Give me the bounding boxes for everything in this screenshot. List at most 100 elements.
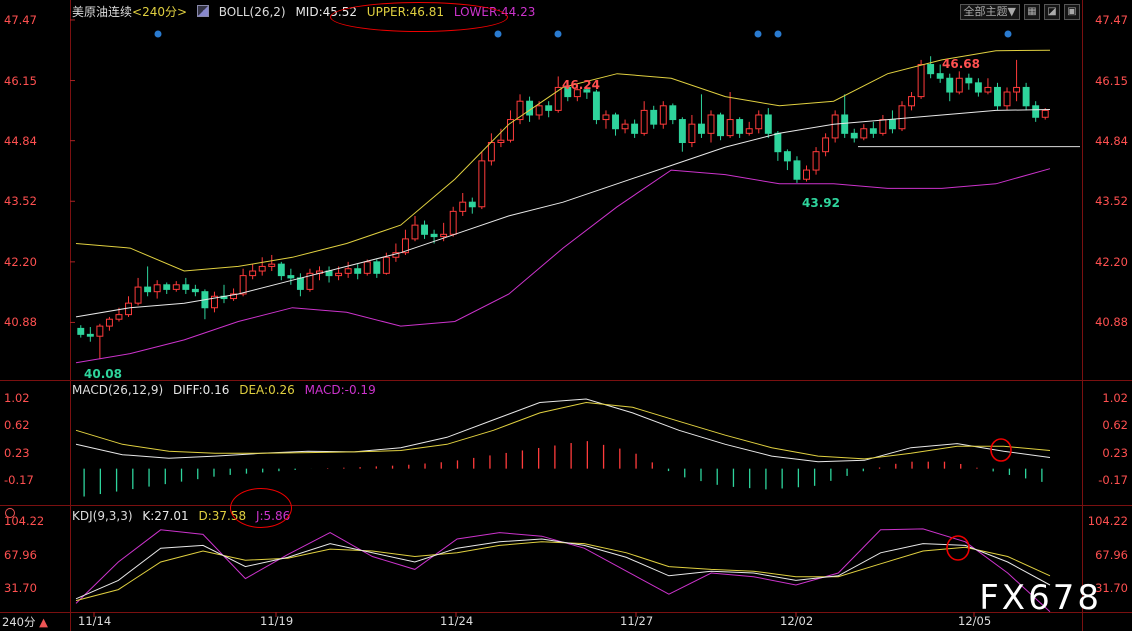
candle-body <box>191 288 199 293</box>
candle-body <box>1022 86 1030 107</box>
candle-body <box>239 275 247 295</box>
candle-body <box>745 128 753 134</box>
candle-body <box>1013 86 1021 93</box>
candle-body <box>984 86 992 93</box>
chart-canvas <box>70 19 1080 617</box>
event-dot <box>494 30 502 38</box>
event-dot <box>754 30 762 38</box>
date-tick: 11/27 <box>620 614 654 628</box>
candle-body <box>965 77 973 84</box>
candle-body <box>258 265 266 272</box>
candle-body <box>449 210 457 235</box>
candle-body <box>134 286 142 304</box>
candle-body <box>793 160 801 180</box>
date-tick: 12/02 <box>780 614 814 628</box>
candle-body <box>621 123 629 130</box>
candle-body <box>411 224 419 240</box>
candle-body <box>468 201 476 208</box>
candle-body <box>822 137 830 153</box>
candle-body <box>650 109 658 125</box>
candle-body <box>688 123 696 144</box>
candle-body <box>927 63 935 75</box>
date-tick: 11/14 <box>78 614 112 628</box>
kdj-d-line <box>75 541 1051 602</box>
candle-body <box>669 105 677 121</box>
candle-body <box>612 114 619 130</box>
candle-body <box>478 160 486 208</box>
candle-body <box>879 119 887 134</box>
event-dot <box>774 30 782 38</box>
watermark: FX678 <box>979 578 1102 618</box>
candle-body <box>831 114 839 139</box>
candle-body <box>96 325 104 337</box>
candle-body <box>946 77 954 93</box>
macd-diff-line <box>75 398 1051 463</box>
candle-body <box>860 128 868 139</box>
candle-body <box>698 123 705 134</box>
candle-body <box>487 142 495 162</box>
candle-body <box>755 114 763 130</box>
macd-dea-line <box>75 401 1051 460</box>
candle-body <box>678 119 686 144</box>
kdj-k-line <box>75 538 1051 600</box>
candle-body <box>841 114 849 134</box>
candle-body <box>774 132 782 153</box>
price-annotation-high1: 46.24 <box>562 78 600 92</box>
candle-body <box>125 302 132 316</box>
candle-body <box>869 128 877 134</box>
candle-body <box>592 91 600 121</box>
candle-body <box>459 201 467 212</box>
candle-body <box>917 63 925 98</box>
price-annotation-low2: 43.92 <box>802 196 840 210</box>
candle-body <box>640 109 648 134</box>
candle-body <box>908 96 915 107</box>
candle-body <box>382 256 390 274</box>
candle-body <box>115 314 123 320</box>
candle-body <box>535 105 543 116</box>
event-dot <box>154 30 162 38</box>
candle-body <box>144 286 152 293</box>
candle-body <box>994 86 1001 107</box>
date-tick: 11/24 <box>440 614 474 628</box>
price-annotation-low1: 40.08 <box>84 367 122 381</box>
candle-body <box>373 261 381 274</box>
candle-body <box>249 270 257 277</box>
date-tick: 12/05 <box>958 614 992 628</box>
candle-body <box>440 233 448 238</box>
candle-body <box>812 151 820 171</box>
candle-body <box>354 268 362 274</box>
kdj-j-line <box>75 528 1051 613</box>
boll-lower-line <box>75 168 1051 364</box>
candle-body <box>172 284 180 290</box>
candle-body <box>105 318 113 327</box>
candle-body <box>497 139 505 144</box>
event-dot <box>1004 30 1012 38</box>
candle-body <box>974 82 982 93</box>
candle-body <box>526 100 534 116</box>
candle-body <box>335 272 343 277</box>
candle-body <box>803 169 810 180</box>
period-tab[interactable]: 240分 ▲ <box>2 614 48 630</box>
boll-mid-line <box>75 109 1051 318</box>
candle-body <box>717 114 725 137</box>
candle-body <box>659 105 667 125</box>
candle-body <box>888 119 896 130</box>
candle-body <box>1032 105 1040 118</box>
candle-body <box>707 114 715 134</box>
candle-body <box>736 119 744 134</box>
candle-body <box>86 333 94 337</box>
candle-body <box>344 268 352 274</box>
candle-body <box>1041 109 1049 118</box>
candle-body <box>77 327 85 335</box>
event-dot <box>554 30 562 38</box>
candle-body <box>850 132 858 139</box>
candle-body <box>296 277 304 290</box>
candle-body <box>1003 91 1011 107</box>
candle-body <box>153 284 161 293</box>
candle-body <box>545 105 553 111</box>
candle-body <box>421 224 428 235</box>
candle-body <box>602 114 610 121</box>
candle-body <box>631 123 639 134</box>
candle-body <box>783 151 791 162</box>
candle-body <box>898 105 906 130</box>
